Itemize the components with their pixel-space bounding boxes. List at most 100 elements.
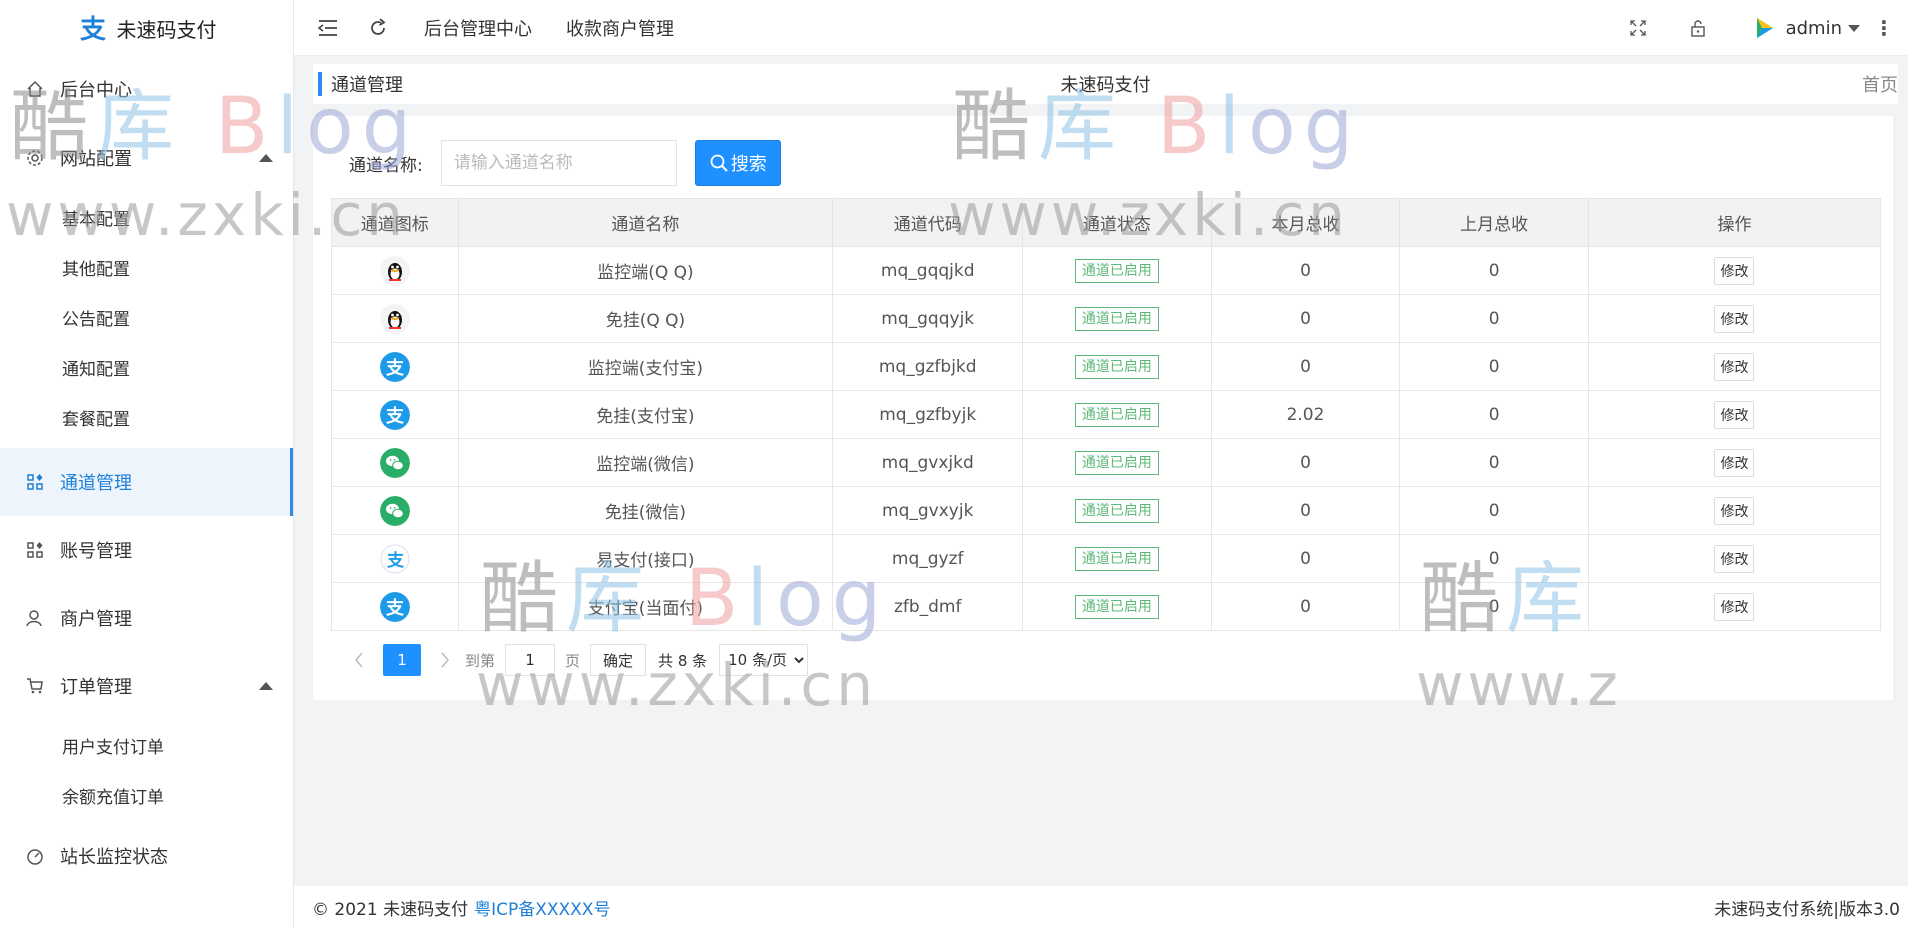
edit-button[interactable]: 修改	[1714, 544, 1755, 573]
cell-icon: 支	[331, 342, 459, 391]
channel-panel: 通道名称: 搜索 通道图标 通道名称 通道代码 通道状态 本月总收 上月总收 操…	[313, 116, 1893, 700]
edit-button[interactable]: 修改	[1714, 304, 1755, 333]
cell-status: 通道已启用	[1022, 246, 1212, 295]
sidebar-item-label: 订单管理	[60, 677, 132, 698]
search-button-label: 搜索	[730, 154, 767, 175]
sidebar-subitem-user-orders[interactable]: 用户支付订单	[0, 720, 293, 770]
svg-text:支: 支	[387, 550, 405, 571]
refresh-icon[interactable]	[366, 16, 390, 40]
user-name[interactable]: admin	[1786, 18, 1842, 39]
total-count: 共 8 条	[658, 651, 708, 670]
page-number-current[interactable]: 1	[383, 644, 421, 676]
cell-last-month: 0	[1399, 582, 1589, 631]
sidebar-item-accounts[interactable]: 账号管理	[0, 516, 293, 584]
sidebar-item-channels[interactable]: 通道管理	[0, 448, 293, 516]
cell-code: mq_gqqjkd	[832, 246, 1024, 295]
cell-status: 通道已启用	[1022, 438, 1212, 487]
cell-name: 监控端(支付宝)	[457, 342, 834, 391]
search-input[interactable]	[440, 140, 677, 186]
sidebar-item-merchants[interactable]: 商户管理	[0, 584, 293, 652]
sidebar-subitem-other-config[interactable]: 其他配置	[0, 242, 293, 292]
goto-confirm-button[interactable]: 确定	[590, 644, 647, 676]
page-unit-label: 页	[565, 651, 581, 670]
avatar[interactable]	[1747, 13, 1778, 43]
pagination: 1 到第 页 确定 共 8 条 10 条/页	[349, 644, 809, 676]
search-row: 通道名称: 搜索	[349, 140, 781, 186]
sidebar-subitem-notice-config[interactable]: 公告配置	[0, 292, 293, 342]
sidebar-subitem-basic-config[interactable]: 基本配置	[0, 192, 293, 242]
header-right: admin ⋮	[1628, 0, 1908, 56]
col-header-icon: 通道图标	[331, 198, 459, 247]
breadcrumb-accent	[318, 72, 322, 96]
cell-last-month: 0	[1399, 342, 1589, 391]
more-vertical-icon[interactable]: ⋮	[1874, 16, 1894, 40]
edit-button[interactable]: 修改	[1714, 448, 1755, 477]
sidebar: 支 未速码支付 后台中心 网站配置 基本配置 其他配置 公告配置 通知配置 套餐…	[0, 0, 294, 928]
sidebar-item-orders[interactable]: 订单管理	[0, 652, 293, 720]
sidebar-subitem-recharge-orders[interactable]: 余额充值订单	[0, 770, 293, 820]
lock-icon[interactable]	[1688, 18, 1708, 38]
search-label: 通道名称:	[349, 155, 423, 176]
cell-code: zfb_dmf	[832, 582, 1024, 631]
table-row: 支 易支付(接口) mq_gyzf 通道已启用 0 0 修改	[331, 534, 1882, 583]
status-badge: 通道已启用	[1074, 498, 1159, 523]
breadcrumb-center-title: 未速码支付	[1060, 75, 1151, 96]
yizhifu-icon: 支	[380, 544, 410, 573]
cell-last-month: 0	[1399, 390, 1589, 439]
cell-icon	[331, 438, 459, 487]
goto-label: 到第	[465, 651, 496, 670]
status-badge: 通道已启用	[1074, 402, 1159, 427]
chevron-right-icon[interactable]	[435, 650, 455, 670]
edit-button[interactable]: 修改	[1714, 352, 1755, 381]
col-header-this-month: 本月总收	[1210, 198, 1401, 247]
header-link-merchant-mgmt[interactable]: 收款商户管理	[566, 15, 674, 41]
table-row: 免挂(Q Q) mq_gqqyjk 通道已启用 0 0 修改	[331, 294, 1882, 343]
fullscreen-icon[interactable]	[1628, 18, 1648, 38]
alipay-icon: 支	[379, 399, 410, 430]
header-link-admin-center[interactable]: 后台管理中心	[424, 15, 532, 41]
search-button[interactable]: 搜索	[694, 140, 781, 186]
app-logo[interactable]: 支 未速码支付	[0, 0, 293, 56]
chevron-left-icon[interactable]	[349, 650, 369, 670]
app-title: 未速码支付	[116, 17, 217, 42]
alipay-logo-icon: 支	[80, 15, 106, 43]
cart-icon	[24, 675, 46, 697]
menu-collapse-icon[interactable]	[316, 16, 340, 40]
sidebar-item-label: 账号管理	[60, 541, 132, 562]
sidebar-item-label: 商户管理	[60, 609, 132, 630]
sidebar-item-label: 后台中心	[60, 80, 132, 101]
cell-last-month: 0	[1399, 294, 1589, 343]
cell-code: mq_gqqyjk	[832, 294, 1024, 343]
footer: © 2021 未速码支付 粤ICP备XXXXX号 未速码支付系统|版本3.0	[294, 886, 1908, 928]
cell-icon	[331, 486, 459, 535]
cell-this-month: 0	[1210, 294, 1401, 343]
copyright: © 2021 未速码支付	[312, 899, 469, 920]
caret-down-icon[interactable]	[1848, 24, 1860, 32]
goto-page-input[interactable]	[505, 644, 556, 676]
edit-button[interactable]: 修改	[1714, 592, 1755, 621]
page-size-select[interactable]: 10 条/页	[719, 644, 809, 676]
cell-action: 修改	[1587, 246, 1882, 295]
alipay-icon: 支	[379, 351, 410, 382]
col-header-action: 操作	[1587, 198, 1882, 247]
cell-icon: 支	[331, 390, 459, 439]
breadcrumb-home-link[interactable]: 首页	[1862, 71, 1898, 97]
sidebar-subitem-notify-config[interactable]: 通知配置	[0, 342, 293, 392]
edit-button[interactable]: 修改	[1714, 256, 1755, 285]
sidebar-item-monitor[interactable]: 站长监控状态	[0, 822, 293, 890]
sidebar-subitem-package-config[interactable]: 套餐配置	[0, 392, 293, 442]
cell-code: mq_gyzf	[832, 534, 1024, 583]
qq-icon	[379, 303, 410, 334]
edit-button[interactable]: 修改	[1714, 400, 1755, 429]
edit-button[interactable]: 修改	[1714, 496, 1755, 525]
cell-icon	[331, 246, 459, 295]
cell-code: mq_gzfbjkd	[832, 342, 1024, 391]
icp-link[interactable]: 粤ICP备XXXXX号	[474, 895, 610, 920]
cell-name: 免挂(支付宝)	[457, 390, 834, 439]
sidebar-item-dashboard[interactable]: 后台中心	[0, 54, 293, 124]
wechat-icon	[379, 447, 410, 478]
breadcrumb: 通道管理 未速码支付 首页	[313, 64, 1898, 104]
cell-this-month: 2.02	[1210, 390, 1401, 439]
sidebar-item-site-config[interactable]: 网站配置	[0, 124, 293, 192]
page-title: 通道管理	[331, 75, 403, 96]
